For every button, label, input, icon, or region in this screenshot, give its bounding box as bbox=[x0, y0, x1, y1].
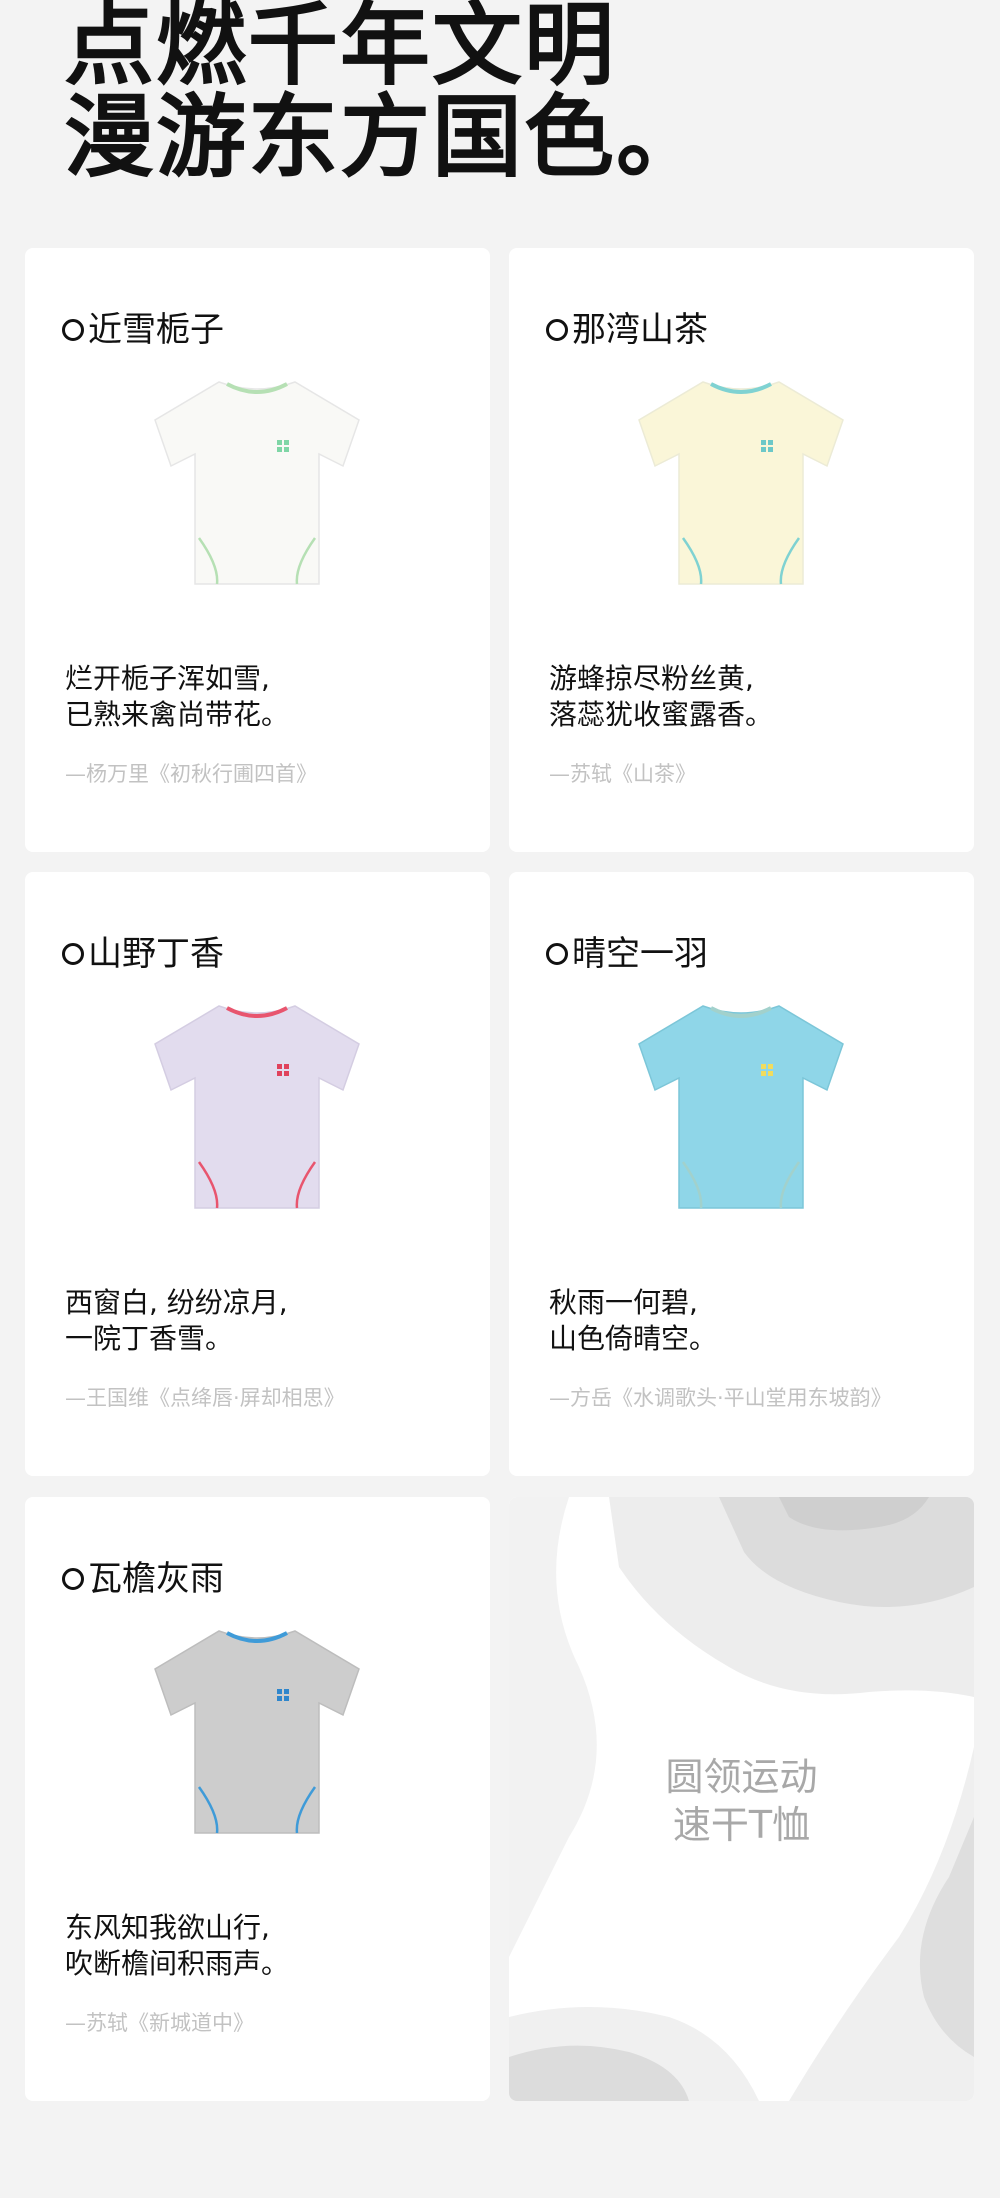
poem-line-2: 落蕊犹收蜜露香。 bbox=[549, 698, 774, 731]
poem-line-2: 山色倚晴空。 bbox=[549, 1322, 718, 1355]
poem-line-2: 一院丁香雪。 bbox=[65, 1322, 234, 1355]
headline-line-2: 漫游东方国色。 bbox=[64, 85, 708, 190]
poem-line-1: 西窗白, 纷纷凉月, bbox=[65, 1286, 288, 1319]
product-card-lilac[interactable]: 山野丁香 西窗白, 纷纷凉月, 一院丁香雪。 —王国维《点绛唇·屏却相思》 bbox=[25, 872, 490, 1476]
product-card-sky[interactable]: 晴空一羽 秋雨一何碧, 山色倚晴空。 —方岳《水调歌头·平山堂用东坡韵》 bbox=[509, 872, 974, 1476]
product-card-gardenia[interactable]: 近雪栀子 烂开栀子浑如雪, 已熟来禽尚带花。 —杨万里《初秋行圃四首》 bbox=[25, 248, 490, 852]
card-title: 山野丁香 bbox=[62, 934, 224, 974]
poem-line-2: 已熟来禽尚带花。 bbox=[65, 698, 290, 731]
circle-icon bbox=[62, 1568, 84, 1590]
poem-line-1: 东风知我欲山行, bbox=[65, 1911, 270, 1944]
card-title: 晴空一羽 bbox=[546, 934, 708, 974]
headline-line-1: 点燃千年文明 bbox=[64, 0, 616, 98]
card-title-label: 瓦檐灰雨 bbox=[88, 1559, 224, 1599]
product-card-camellia[interactable]: 那湾山茶 游蜂掠尽粉丝黄, 落蕊犹收蜜露香。 —苏轼《山茶》 bbox=[509, 248, 974, 852]
poem-text: 东风知我欲山行, 吹断檐间积雨声。 bbox=[65, 1910, 289, 1982]
tshirt-image bbox=[154, 381, 360, 585]
card-title-label: 那湾山茶 bbox=[572, 310, 708, 350]
card-title: 瓦檐灰雨 bbox=[62, 1559, 224, 1599]
product-card-rain[interactable]: 瓦檐灰雨 东风知我欲山行, 吹断檐间积雨声。 —苏轼《新城道中》 bbox=[25, 1497, 490, 2101]
poem-source: —杨万里《初秋行圃四首》 bbox=[65, 762, 317, 786]
tshirt-image bbox=[154, 1630, 360, 1834]
poem-source: —王国维《点绛唇·屏却相思》 bbox=[65, 1386, 345, 1410]
poem-text: 游蜂掠尽粉丝黄, 落蕊犹收蜜露香。 bbox=[549, 661, 773, 733]
card-title: 近雪栀子 bbox=[62, 310, 224, 350]
poem-source: —苏轼《山茶》 bbox=[549, 762, 696, 786]
poem-text: 烂开栀子浑如雪, 已熟来禽尚带花。 bbox=[65, 661, 289, 733]
poem-source: —苏轼《新城道中》 bbox=[65, 2011, 254, 2035]
circle-icon bbox=[62, 943, 84, 965]
promo-line-1: 圆领运动 bbox=[665, 1755, 818, 1799]
circle-icon bbox=[62, 319, 84, 341]
poem-text: 西窗白, 纷纷凉月, 一院丁香雪。 bbox=[65, 1285, 288, 1357]
promo-text: 圆领运动 速干T恤 bbox=[509, 1753, 974, 1849]
card-title-label: 近雪栀子 bbox=[88, 310, 224, 350]
card-title-label: 山野丁香 bbox=[88, 934, 224, 974]
poem-line-1: 烂开栀子浑如雪, bbox=[65, 662, 270, 695]
tshirt-image bbox=[638, 1005, 844, 1209]
card-title: 那湾山茶 bbox=[546, 310, 708, 350]
card-title-label: 晴空一羽 bbox=[572, 934, 708, 974]
promo-line-2: 速干T恤 bbox=[672, 1803, 811, 1847]
page-headline: 点燃千年文明 漫游东方国色。 bbox=[64, 0, 708, 184]
circle-icon bbox=[546, 319, 568, 341]
poem-line-1: 游蜂掠尽粉丝黄, bbox=[549, 662, 754, 695]
poem-line-1: 秋雨一何碧, bbox=[549, 1286, 698, 1319]
promo-card: 圆领运动 速干T恤 bbox=[509, 1497, 974, 2101]
tshirt-image bbox=[638, 381, 844, 585]
circle-icon bbox=[546, 943, 568, 965]
poem-text: 秋雨一何碧, 山色倚晴空。 bbox=[549, 1285, 717, 1357]
poem-source: —方岳《水调歌头·平山堂用东坡韵》 bbox=[549, 1386, 892, 1410]
tshirt-image bbox=[154, 1005, 360, 1209]
poem-line-2: 吹断檐间积雨声。 bbox=[65, 1947, 290, 1980]
